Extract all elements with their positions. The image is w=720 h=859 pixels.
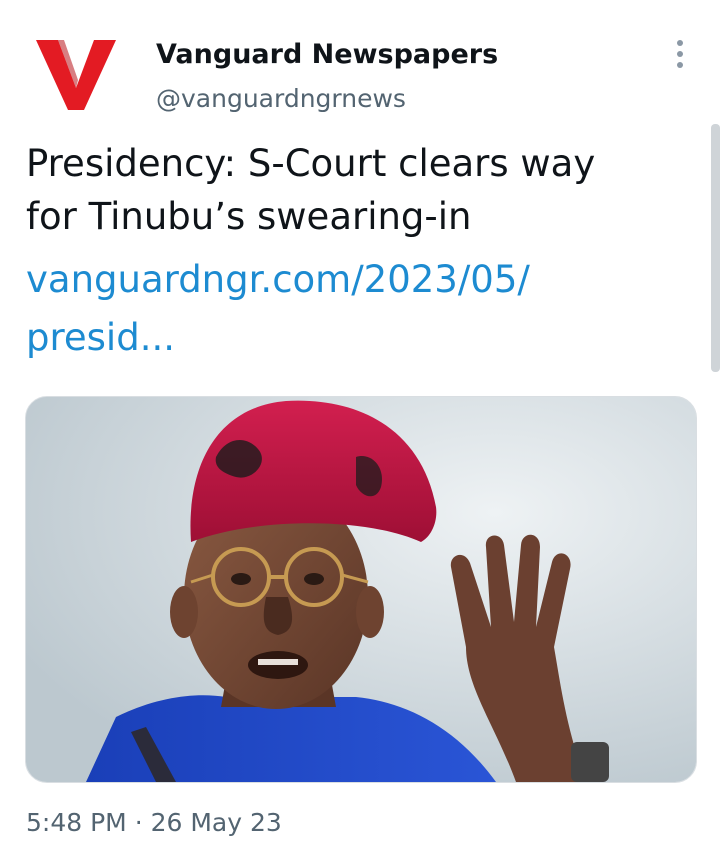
vanguard-logo-avatar[interactable] (34, 36, 118, 112)
article-link-line[interactable]: presid... (26, 309, 686, 367)
article-link-line[interactable]: vanguardngr.com/2023/05/ (26, 251, 686, 309)
vanguard-v-logo-icon (36, 40, 116, 110)
more-vertical-icon-dot (677, 51, 683, 57)
timestamp-separator: · (134, 808, 143, 837)
tweet-text-line: for Tinubu’s swearing-in (26, 195, 472, 238)
tweet-text-line: Presidency: S-Court clears way (26, 142, 596, 185)
tweet-date[interactable]: 26 May 23 (151, 808, 282, 837)
photo-image (26, 397, 696, 782)
article-link[interactable]: vanguardngr.com/2023/05/ presid... (26, 251, 686, 367)
author-handle[interactable]: @vanguardngrnews (156, 82, 498, 116)
author-block: Vanguard Newspapers @vanguardngrnews (156, 38, 498, 116)
more-vertical-icon-dot (677, 62, 683, 68)
tweet-text: Presidency: S-Court clears way for Tinub… (26, 137, 686, 243)
more-vertical-icon (677, 40, 683, 46)
tweet-timestamp[interactable]: 5:48 PM · 26 May 23 (26, 806, 282, 840)
scrollbar[interactable] (711, 124, 720, 372)
author-display-name[interactable]: Vanguard Newspapers (156, 38, 498, 72)
tweet-card: Vanguard Newspapers @vanguardngrnews Pre… (0, 0, 720, 859)
tweet-media-image[interactable] (25, 396, 697, 783)
tweet-time[interactable]: 5:48 PM (26, 808, 127, 837)
more-options-button[interactable] (664, 36, 696, 72)
